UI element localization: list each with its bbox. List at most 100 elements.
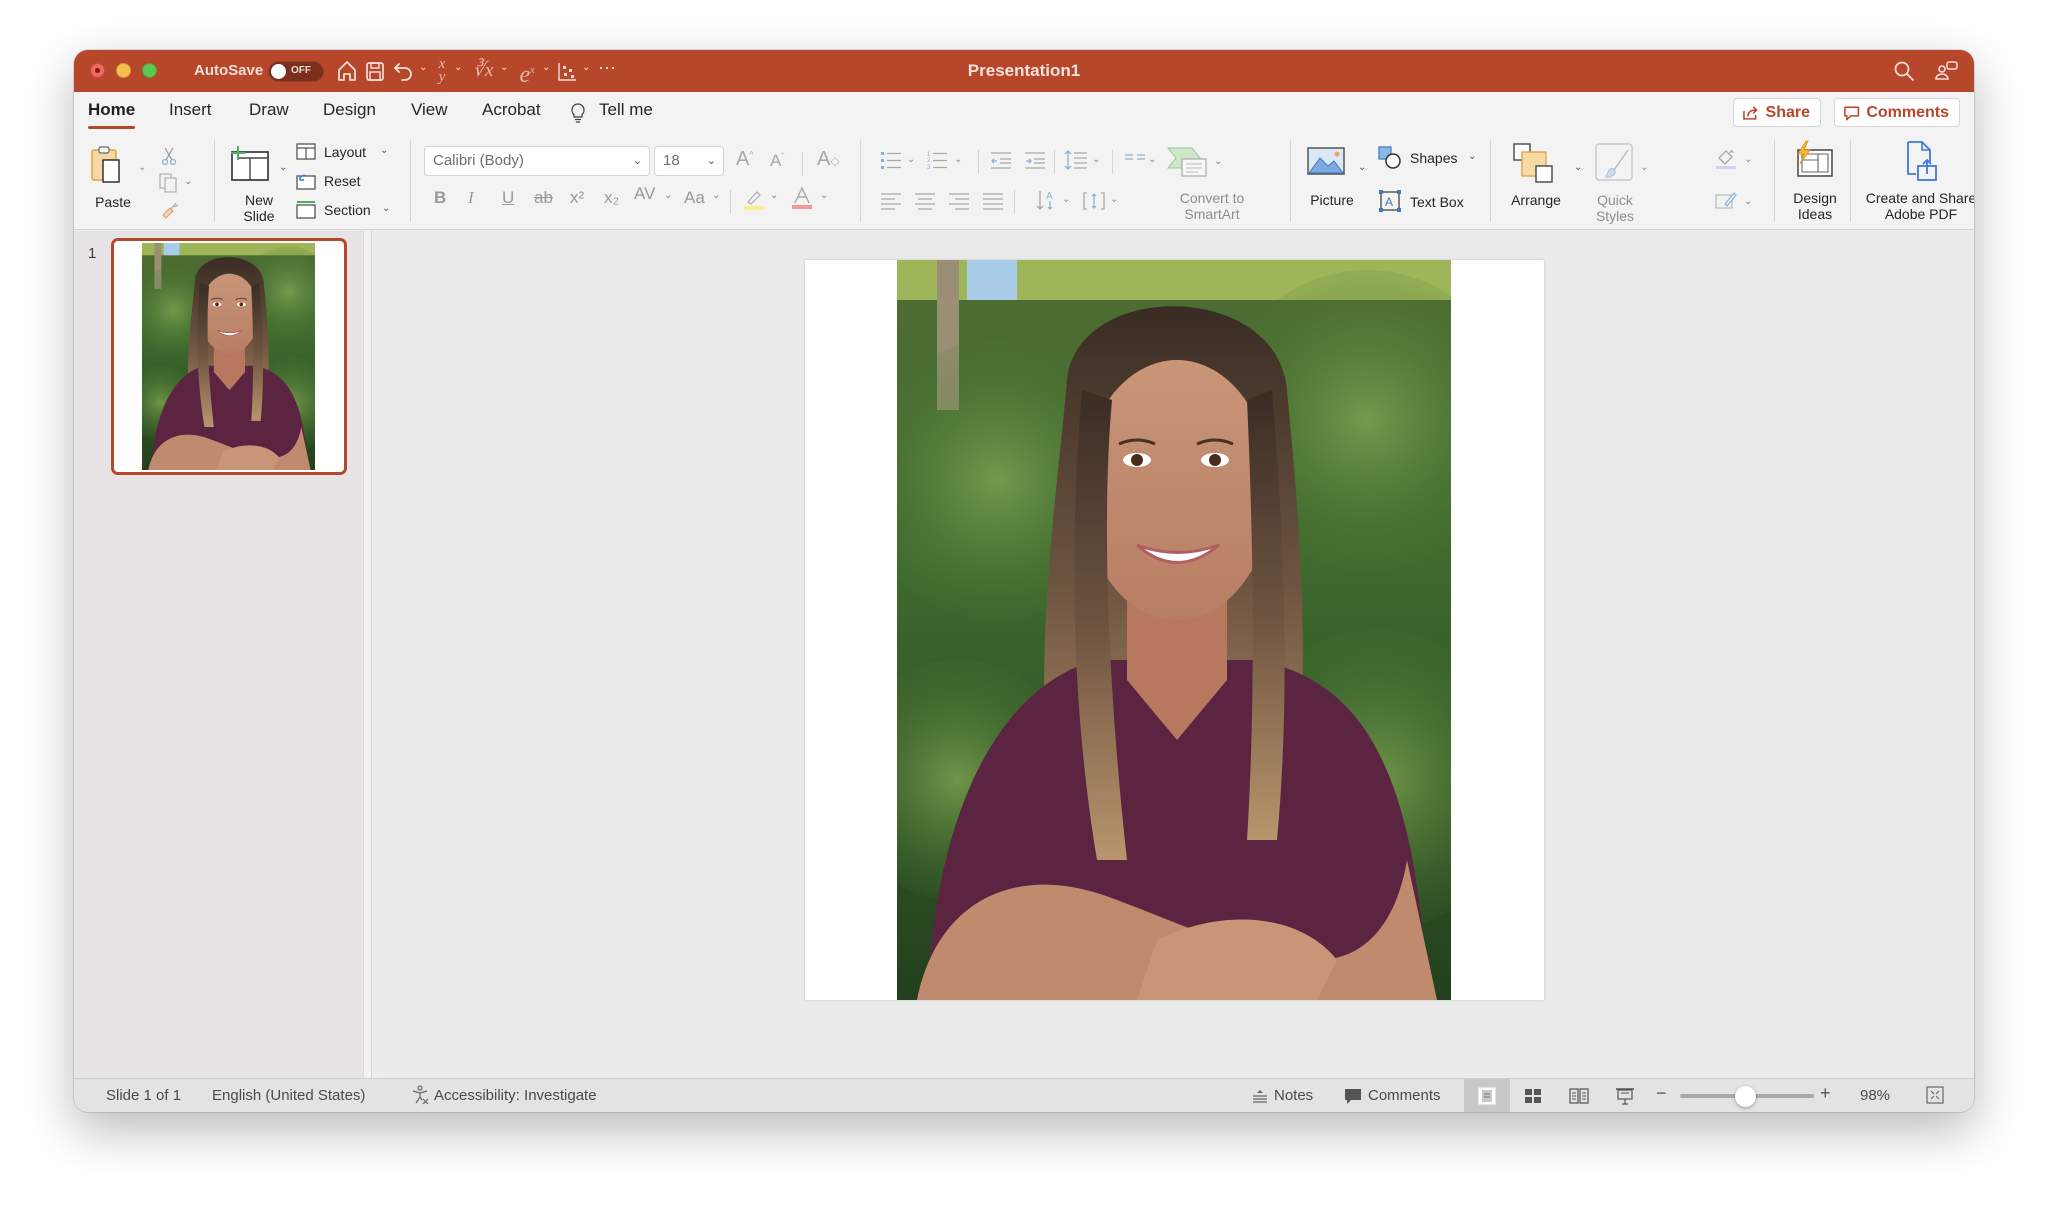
- decrease-font-size-button[interactable]: Aˇ: [770, 151, 784, 171]
- bold-button[interactable]: B: [434, 188, 446, 208]
- quick-styles-button[interactable]: Quick Styles: [1584, 142, 1646, 224]
- chevron-down-icon[interactable]: ⌄: [1148, 154, 1156, 165]
- zoom-percentage[interactable]: 98%: [1860, 1087, 1890, 1104]
- subscript-button[interactable]: x₂: [604, 188, 619, 208]
- font-family-dropdown[interactable]: Calibri (Body) ⌄: [424, 146, 650, 176]
- chevron-down-icon[interactable]: ⌄: [907, 154, 915, 165]
- chevron-down-icon[interactable]: ⌄: [1640, 162, 1648, 173]
- more-commands-button[interactable]: ⋯: [596, 58, 618, 84]
- align-right-button[interactable]: [948, 192, 970, 215]
- tab-home[interactable]: Home: [88, 100, 136, 129]
- decrease-indent-button[interactable]: [990, 150, 1012, 175]
- align-center-button[interactable]: [914, 192, 936, 215]
- line-spacing-button[interactable]: [1064, 148, 1088, 177]
- font-size-dropdown[interactable]: 18 ⌄: [654, 146, 724, 176]
- underline-button[interactable]: U: [502, 188, 514, 208]
- chevron-down-icon[interactable]: ⌄: [1110, 194, 1118, 205]
- reading-view-button[interactable]: [1556, 1079, 1602, 1112]
- fit-to-window-button[interactable]: [1926, 1086, 1944, 1109]
- search-button[interactable]: [1892, 59, 1916, 88]
- slideshow-view-button[interactable]: [1602, 1079, 1648, 1112]
- undo-button[interactable]: [392, 58, 416, 84]
- chevron-down-icon[interactable]: ⌄: [1214, 156, 1222, 167]
- current-slide[interactable]: [805, 260, 1544, 1000]
- paste-options-chevron[interactable]: ⌄: [138, 162, 146, 173]
- autosave-toggle[interactable]: OFF: [268, 61, 324, 82]
- character-spacing-button[interactable]: AV: [634, 184, 655, 204]
- shapes-button[interactable]: Shapes ⌄: [1378, 146, 1478, 170]
- tell-me-search[interactable]: Tell me: [599, 100, 653, 120]
- panel-splitter[interactable]: [363, 231, 371, 1082]
- tab-view[interactable]: View: [411, 100, 448, 120]
- collaborate-button[interactable]: [1934, 59, 1960, 88]
- comments-toggle-button[interactable]: Comments: [1344, 1085, 1454, 1107]
- copy-options-chevron[interactable]: ⌄: [184, 176, 192, 187]
- save-button[interactable]: [364, 58, 388, 84]
- bullets-button[interactable]: [880, 150, 902, 175]
- tab-insert[interactable]: Insert: [169, 100, 212, 120]
- chevron-down-icon[interactable]: ⌄: [500, 62, 508, 73]
- chevron-down-icon[interactable]: ⌄: [1744, 154, 1752, 165]
- columns-button[interactable]: [1124, 150, 1146, 173]
- new-slide-chevron[interactable]: ⌄: [279, 162, 287, 173]
- create-share-adobe-pdf-button[interactable]: Create and Share Adobe PDF: [1858, 140, 1974, 224]
- chevron-down-icon[interactable]: ⌄: [1358, 162, 1366, 173]
- chevron-down-icon[interactable]: ⌄: [454, 62, 462, 73]
- strikethrough-button[interactable]: ab: [534, 188, 553, 208]
- cut-button[interactable]: [160, 146, 178, 171]
- exponent-equation-button[interactable]: ex: [514, 58, 540, 88]
- zoom-out-button[interactable]: −: [1656, 1083, 1667, 1104]
- copy-button[interactable]: [158, 172, 180, 199]
- minimize-window-button[interactable]: [116, 63, 131, 78]
- chevron-down-icon[interactable]: ⌄: [1744, 196, 1752, 207]
- zoom-slider-handle[interactable]: [1735, 1086, 1756, 1107]
- slide-sorter-view-button[interactable]: [1510, 1079, 1556, 1112]
- chevron-down-icon[interactable]: ⌄: [419, 62, 427, 73]
- clear-formatting-button[interactable]: A◇: [817, 148, 840, 171]
- picture-button[interactable]: Picture: [1306, 144, 1362, 222]
- tab-acrobat[interactable]: Acrobat: [482, 100, 541, 120]
- chevron-down-icon[interactable]: ⌄: [820, 190, 828, 201]
- italic-button[interactable]: I: [468, 188, 474, 208]
- portrait-photo[interactable]: [897, 260, 1451, 1000]
- chevron-down-icon[interactable]: ⌄: [954, 154, 962, 165]
- share-button[interactable]: Share: [1733, 98, 1821, 127]
- arrange-button[interactable]: Arrange: [1504, 142, 1568, 222]
- convert-to-smartart-button[interactable]: [1166, 144, 1210, 183]
- scatter-chart-button[interactable]: [556, 58, 580, 84]
- chevron-down-icon[interactable]: ⌄: [1092, 154, 1100, 165]
- chevron-down-icon[interactable]: ⌄: [664, 190, 672, 201]
- highlight-color-button[interactable]: [742, 188, 766, 215]
- align-text-button[interactable]: [1082, 190, 1106, 217]
- reset-button[interactable]: Reset: [296, 171, 376, 193]
- tab-draw[interactable]: Draw: [249, 100, 289, 120]
- justify-button[interactable]: [982, 192, 1004, 215]
- increase-indent-button[interactable]: [1024, 150, 1046, 175]
- tab-design[interactable]: Design: [323, 100, 376, 120]
- section-button[interactable]: Section ⌄: [296, 200, 390, 222]
- chevron-down-icon[interactable]: ⌄: [582, 62, 590, 73]
- new-slide-button[interactable]: New Slide: [228, 144, 288, 224]
- layout-button[interactable]: Layout ⌄: [296, 142, 388, 164]
- chevron-down-icon[interactable]: ⌄: [1574, 162, 1582, 173]
- zoom-in-button[interactable]: +: [1820, 1083, 1831, 1104]
- text-direction-button[interactable]: A: [1036, 188, 1058, 217]
- chevron-down-icon[interactable]: ⌄: [1062, 194, 1070, 205]
- superscript-button[interactable]: x²: [570, 188, 584, 208]
- fraction-equation-button[interactable]: xy: [432, 57, 452, 85]
- chevron-down-icon[interactable]: ⌄: [712, 190, 720, 201]
- zoom-slider[interactable]: [1680, 1086, 1814, 1107]
- design-ideas-button[interactable]: Design Ideas: [1784, 140, 1846, 224]
- language-indicator[interactable]: English (United States): [212, 1087, 365, 1104]
- shape-outline-button[interactable]: [1714, 190, 1738, 217]
- format-painter-button[interactable]: [160, 200, 180, 225]
- comments-button[interactable]: Comments: [1834, 98, 1960, 127]
- shape-fill-button[interactable]: [1714, 148, 1738, 175]
- slide-thumbnail[interactable]: [111, 238, 347, 475]
- chevron-down-icon[interactable]: ⌄: [542, 62, 550, 73]
- paste-button[interactable]: Paste: [88, 144, 138, 214]
- radical-equation-button[interactable]: ∛x: [468, 58, 498, 84]
- change-case-button[interactable]: Aa: [684, 188, 705, 208]
- font-color-button[interactable]: [790, 186, 814, 215]
- notes-toggle-button[interactable]: Notes: [1252, 1085, 1326, 1107]
